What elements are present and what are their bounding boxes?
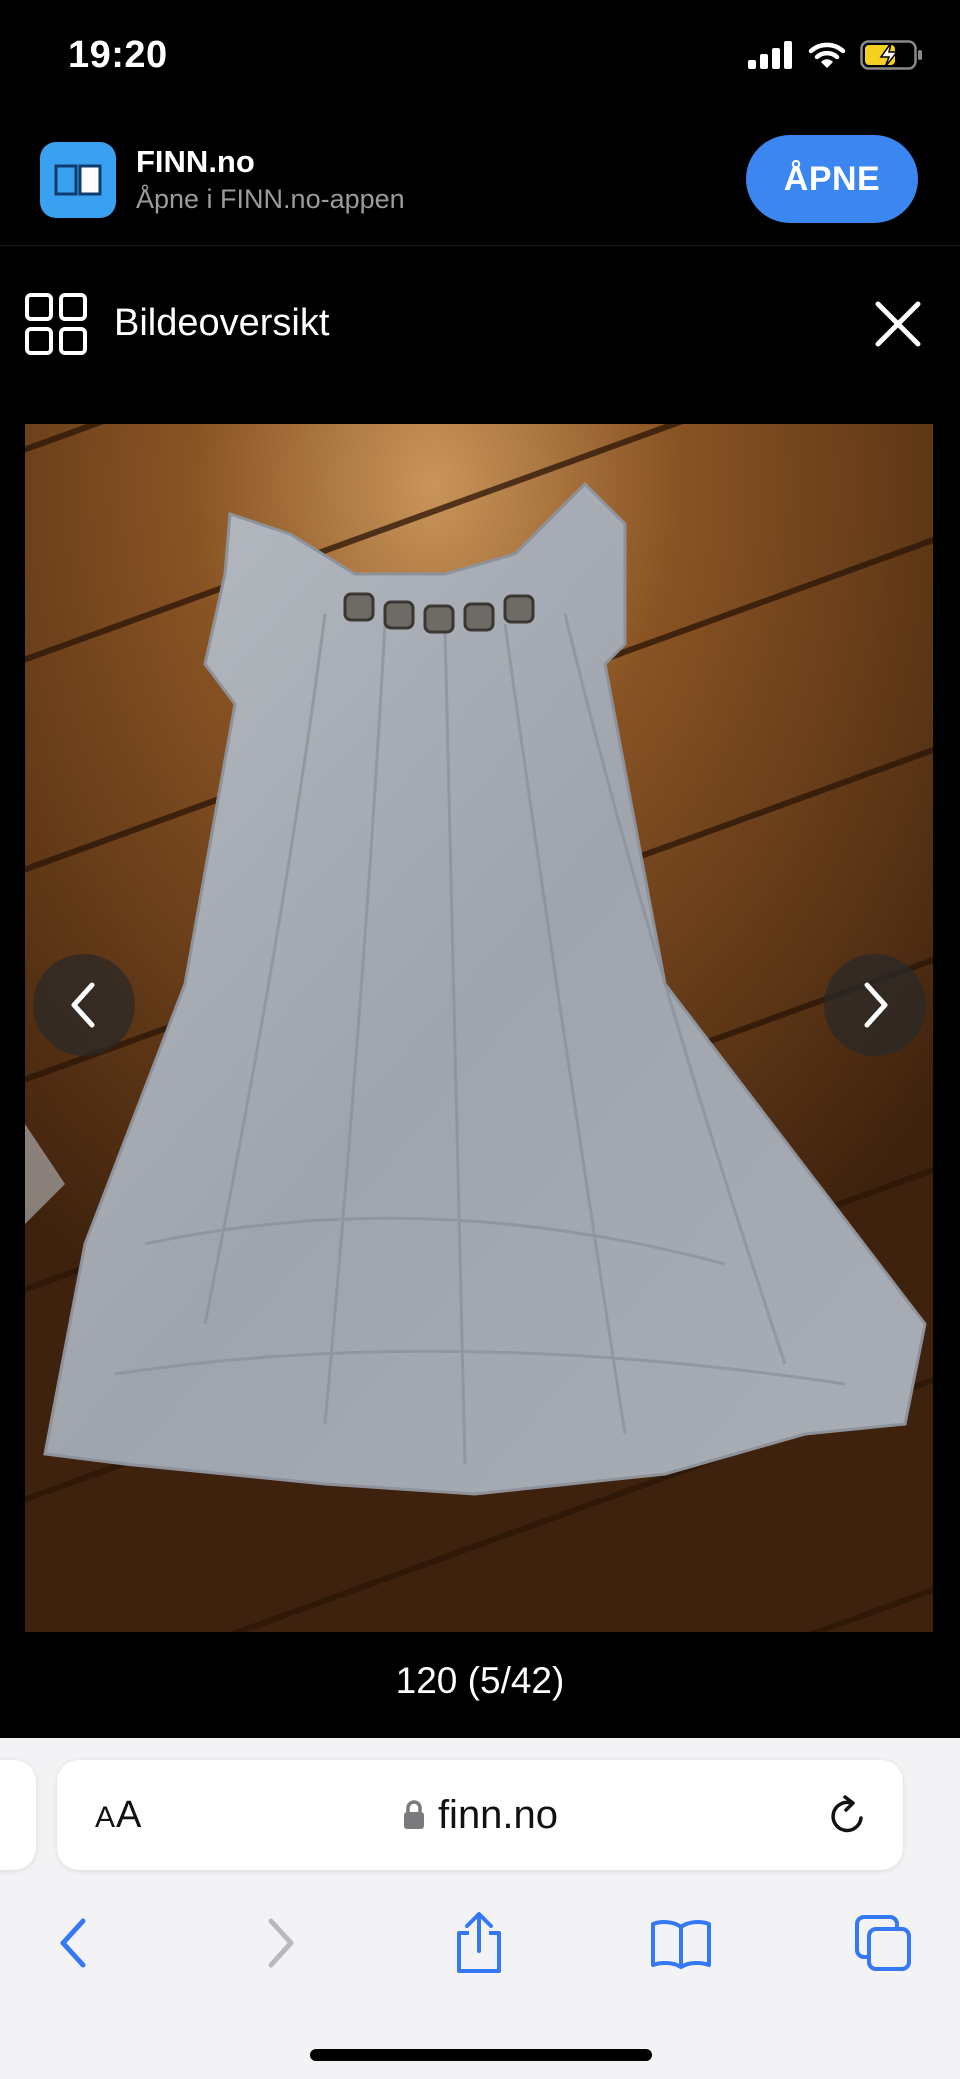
app-name: FINN.no <box>136 144 255 179</box>
chevron-right-icon <box>864 982 888 1028</box>
share-button[interactable] <box>434 1898 524 1988</box>
bookmarks-button[interactable] <box>636 1898 726 1988</box>
forward-icon <box>268 1918 294 1968</box>
image-viewer-header: Bildeoversikt <box>0 246 960 400</box>
browser-bottom-bar: AA finn.no <box>0 1738 960 2079</box>
back-icon <box>60 1918 86 1968</box>
home-indicator[interactable] <box>310 2049 652 2061</box>
status-time: 19:20 <box>68 34 168 76</box>
app-banner: FINN.no Åpne i FINN.no-appen ÅPNE <box>0 120 960 246</box>
finn-app-icon <box>40 142 116 218</box>
wifi-icon <box>808 42 846 68</box>
previous-tab-edge[interactable] <box>0 1760 36 1870</box>
dress-photo <box>25 424 933 1632</box>
status-icons <box>748 40 924 70</box>
image-caption: 120 (5/42) <box>395 1660 565 1701</box>
back-button[interactable] <box>28 1898 118 1988</box>
tabs-button[interactable] <box>838 1898 928 1988</box>
chevron-left-icon <box>71 982 95 1028</box>
browser-toolbar <box>0 1898 960 1988</box>
url-text: finn.no <box>437 1792 559 1837</box>
close-icon[interactable] <box>872 298 924 350</box>
cellular-signal-icon <box>748 41 792 69</box>
grid-icon[interactable] <box>24 292 88 356</box>
url-display[interactable]: finn.no <box>57 1760 903 1870</box>
image-overview-link[interactable]: Bildeoversikt <box>114 302 329 345</box>
reload-icon[interactable] <box>825 1794 869 1838</box>
share-icon <box>457 1912 501 1973</box>
address-bar[interactable]: AA finn.no <box>57 1760 903 1870</box>
battery-charging-icon <box>860 40 922 70</box>
status-bar: 19:20 <box>0 0 960 120</box>
forward-button[interactable] <box>236 1898 326 1988</box>
listing-photo <box>25 424 933 1632</box>
open-app-button[interactable]: ÅPNE <box>746 135 918 223</box>
app-subtitle: Åpne i FINN.no-appen <box>136 184 405 214</box>
previous-image-button[interactable] <box>33 954 135 1056</box>
next-image-button[interactable] <box>824 954 926 1056</box>
bookmarks-icon <box>651 1920 711 1969</box>
tabs-icon <box>855 1915 911 1971</box>
lock-icon <box>403 1800 424 1829</box>
